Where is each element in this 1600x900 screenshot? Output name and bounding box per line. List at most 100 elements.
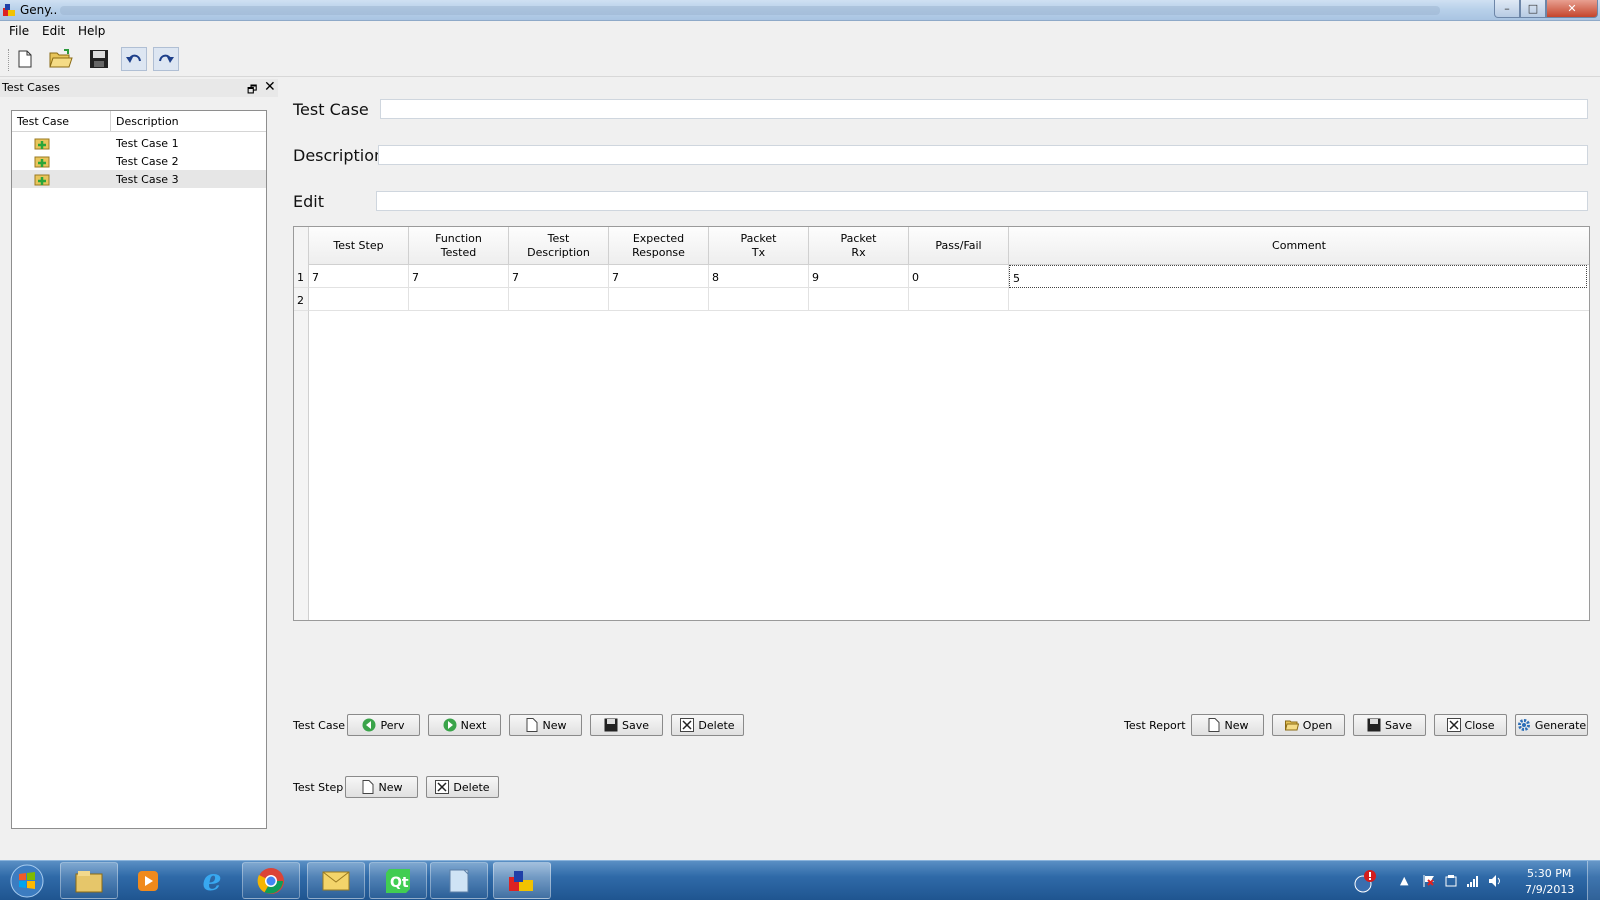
row-number[interactable]: 1 <box>294 265 309 288</box>
menu-file[interactable]: File <box>9 24 29 38</box>
cell[interactable] <box>609 288 709 311</box>
cell[interactable]: 8 <box>709 265 809 288</box>
table-header: Test Step Function Tested Test Descripti… <box>294 227 1589 265</box>
col-packet-rx[interactable]: Packet Rx <box>809 227 909 265</box>
geny-app-icon[interactable] <box>493 862 551 899</box>
qt-creator-icon[interactable]: Qt <box>369 862 427 899</box>
maximize-button[interactable]: □ <box>1520 0 1546 18</box>
show-desktop-button[interactable] <box>1587 861 1600 900</box>
cell[interactable]: 0 <box>909 265 1009 288</box>
test-case-group-label: Test Case <box>293 719 346 732</box>
row-header-gutter <box>294 265 309 620</box>
new-report-button[interactable]: New <box>1191 714 1264 736</box>
test-case-input[interactable] <box>380 99 1588 119</box>
tree-col-description[interactable]: Description <box>116 115 179 128</box>
menu-help[interactable]: Help <box>78 24 105 38</box>
cell[interactable] <box>1009 288 1589 311</box>
gear-icon <box>1517 719 1530 731</box>
minimize-button[interactable]: – <box>1494 0 1520 18</box>
edit-input[interactable] <box>376 191 1588 211</box>
dock-title: Test Cases <box>2 81 60 94</box>
toolbar-grip <box>8 49 10 71</box>
internet-explorer-icon[interactable]: e <box>183 862 241 899</box>
col-expected-response[interactable]: Expected Response <box>609 227 709 265</box>
save-icon[interactable] <box>86 47 112 71</box>
cell[interactable] <box>309 288 409 311</box>
dock-float-button[interactable]: 🗗 <box>247 81 257 100</box>
col-comment[interactable]: Comment <box>1009 227 1589 265</box>
open-folder-icon[interactable] <box>48 47 74 71</box>
tree-col-test-case[interactable]: Test Case <box>17 115 69 128</box>
dock-close-button[interactable]: ✕ <box>264 79 276 95</box>
add-folder-icon <box>34 156 50 168</box>
new-file-icon[interactable] <box>12 47 38 71</box>
cell[interactable]: 7 <box>309 265 409 288</box>
tree-column-separator <box>110 111 111 131</box>
cell[interactable]: 9 <box>809 265 909 288</box>
window-title: Geny.. <box>20 3 58 17</box>
save-test-case-button[interactable]: Save <box>590 714 663 736</box>
save-report-button[interactable]: Save <box>1353 714 1426 736</box>
close-icon <box>1446 718 1461 732</box>
open-report-button[interactable]: Open <box>1272 714 1345 736</box>
tree-row[interactable]: Test Case 1 <box>12 134 266 152</box>
cell[interactable] <box>909 288 1009 311</box>
power-icon[interactable] <box>1444 874 1458 888</box>
col-test-step[interactable]: Test Step <box>309 227 409 265</box>
cell[interactable]: 7 <box>609 265 709 288</box>
start-button[interactable] <box>4 862 50 900</box>
show-hidden-icons-icon[interactable]: ▲ <box>1400 874 1414 888</box>
outlook-icon[interactable] <box>307 862 365 899</box>
cell[interactable]: 7 <box>409 265 509 288</box>
volume-icon[interactable] <box>1488 874 1502 888</box>
cell[interactable] <box>509 288 609 311</box>
close-report-button[interactable]: Close <box>1434 714 1507 736</box>
delete-test-case-button[interactable]: Delete <box>671 714 744 736</box>
cell-focused[interactable]: 5 <box>1009 265 1587 288</box>
next-button[interactable]: Next <box>428 714 501 736</box>
tree-row-selected[interactable]: Test Case 3 <box>12 170 266 188</box>
prev-button[interactable]: Perv <box>347 714 420 736</box>
alert-network-icon[interactable] <box>1352 869 1378 895</box>
tree-row[interactable]: Test Case 2 <box>12 152 266 170</box>
save-report-label: Save <box>1384 718 1412 732</box>
col-function-tested[interactable]: Function Tested <box>409 227 509 265</box>
action-center-flag-icon[interactable] <box>1422 874 1436 888</box>
cell[interactable] <box>709 288 809 311</box>
clock-date[interactable]: 7/9/2013 <box>1525 883 1574 896</box>
test-report-group-label: Test Report <box>1124 719 1186 732</box>
col-test-description[interactable]: Test Description <box>509 227 609 265</box>
clock-time[interactable]: 5:30 PM <box>1527 867 1571 880</box>
add-folder-icon <box>34 174 50 186</box>
test-case-tree[interactable]: Test Case Description Test Case 1 Test C… <box>11 110 267 829</box>
delete-icon <box>680 718 695 732</box>
undo-icon[interactable] <box>121 47 147 71</box>
media-player-icon[interactable] <box>119 862 177 899</box>
row-number[interactable]: 2 <box>294 288 309 311</box>
network-signal-icon[interactable] <box>1466 874 1480 888</box>
title-bar: Geny.. – □ ✕ <box>0 0 1600 21</box>
new-test-case-button[interactable]: New <box>509 714 582 736</box>
new-test-step-button[interactable]: New <box>345 776 418 798</box>
windows-logo-icon <box>10 864 44 898</box>
col-pass-fail[interactable]: Pass/Fail <box>909 227 1009 265</box>
test-steps-table[interactable]: Test Step Function Tested Test Descripti… <box>293 226 1590 621</box>
edit-label: Edit <box>293 192 324 211</box>
cell[interactable] <box>409 288 509 311</box>
cell[interactable]: 7 <box>509 265 609 288</box>
menu-bar: File Edit Help <box>0 21 1600 41</box>
col-packet-tx[interactable]: Packet Tx <box>709 227 809 265</box>
chrome-icon[interactable] <box>242 862 300 899</box>
redo-icon[interactable] <box>153 47 179 71</box>
explorer-icon[interactable] <box>60 862 118 899</box>
cell[interactable] <box>809 288 909 311</box>
delete-icon <box>435 780 450 794</box>
notepad-icon[interactable] <box>430 862 488 899</box>
title-blur <box>60 6 1440 15</box>
generate-report-button[interactable]: Generate <box>1515 714 1588 736</box>
delete-test-step-label: Delete <box>453 780 490 794</box>
menu-edit[interactable]: Edit <box>42 24 65 38</box>
delete-test-step-button[interactable]: Delete <box>426 776 499 798</box>
description-input[interactable] <box>378 145 1588 165</box>
close-window-button[interactable]: ✕ <box>1546 0 1598 18</box>
